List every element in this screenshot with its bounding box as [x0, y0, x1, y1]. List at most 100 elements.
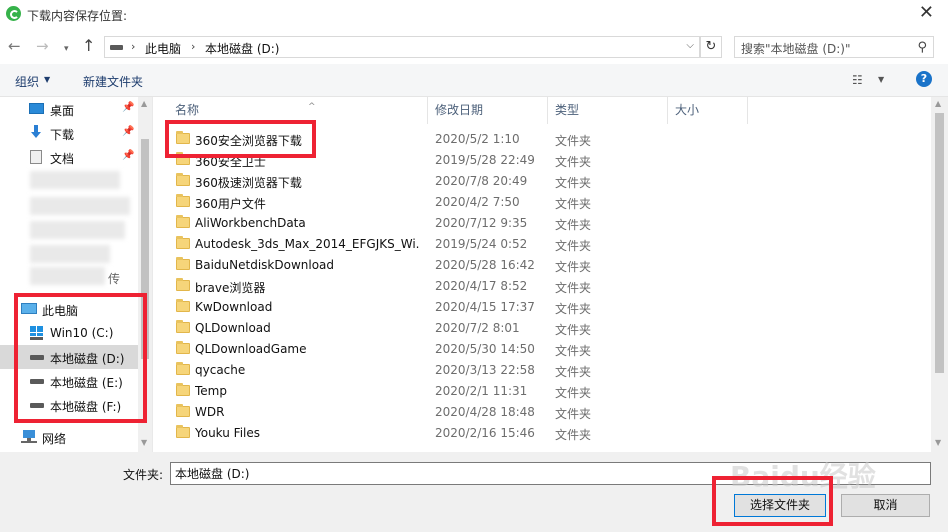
- new-folder-button[interactable]: 新建文件夹: [83, 73, 143, 90]
- file-type: 文件夹: [555, 155, 592, 169]
- address-dropdown-icon[interactable]: ⌵: [686, 40, 694, 51]
- file-date: 2020/5/2 1:10: [435, 132, 520, 146]
- title-bar: 下载内容保存位置: ✕: [0, 0, 948, 30]
- folder-icon: [176, 131, 190, 144]
- file-row[interactable]: Youku Files 2020/2/16 15:46 文件夹: [165, 423, 591, 444]
- column-header-size[interactable]: 大小: [668, 97, 748, 124]
- select-folder-button[interactable]: 选择文件夹: [734, 494, 826, 517]
- file-row[interactable]: brave浏览器 2020/4/17 8:52 文件夹: [165, 276, 591, 297]
- folder-icon: [176, 278, 190, 291]
- file-date: 2020/2/1 11:31: [435, 384, 528, 398]
- file-date: 2020/5/30 14:50: [435, 342, 535, 356]
- file-type: 文件夹: [555, 197, 592, 211]
- file-row[interactable]: WDR 2020/4/28 18:48 文件夹: [165, 402, 591, 423]
- file-list: 名称 ^ 修改日期 类型 大小 360安全浏览器下载 2020/5/2 1:10 文…: [153, 97, 948, 452]
- file-name: brave浏览器: [195, 281, 266, 295]
- file-type: 文件夹: [555, 407, 592, 421]
- computer-icon: [21, 303, 37, 314]
- folder-icon: [176, 152, 190, 165]
- organize-menu[interactable]: 组织: [15, 73, 39, 90]
- file-row[interactable]: qycache 2020/3/13 22:58 文件夹: [165, 360, 591, 381]
- file-name: Autodesk_3ds_Max_2014_EFGJKS_Wi...: [195, 237, 420, 251]
- pin-icon[interactable]: 📌: [122, 102, 134, 113]
- file-row[interactable]: BaiduNetdiskDownload 2020/5/28 16:42 文件夹: [165, 255, 591, 276]
- file-type: 文件夹: [555, 386, 592, 400]
- help-icon[interactable]: ?: [916, 71, 932, 87]
- nav-item-drive-c[interactable]: Win10 (C:): [0, 321, 138, 345]
- scroll-up-icon[interactable]: ▲: [935, 99, 941, 108]
- baidu-watermark: Baidu经验: [730, 460, 876, 493]
- close-icon[interactable]: ✕: [919, 2, 934, 24]
- view-options-icon[interactable]: ☷: [852, 73, 863, 87]
- drive-icon: [30, 403, 44, 408]
- scroll-thumb[interactable]: [141, 139, 149, 359]
- document-icon: [30, 150, 42, 164]
- file-row[interactable]: QLDownload 2020/7/2 8:01 文件夹: [165, 318, 591, 339]
- file-row[interactable]: AliWorkbenchData 2020/7/12 9:35 文件夹: [165, 213, 591, 234]
- nav-item-downloads[interactable]: 下载 📌: [0, 121, 138, 145]
- folder-icon: [176, 320, 190, 333]
- file-type: 文件夹: [555, 218, 592, 232]
- file-row[interactable]: 360用户文件 2020/4/2 7:50 文件夹: [165, 192, 591, 213]
- file-row[interactable]: QLDownloadGame 2020/5/30 14:50 文件夹: [165, 339, 591, 360]
- nav-scrollbar[interactable]: ▲ ▼: [138, 97, 152, 452]
- nav-item-this-pc[interactable]: 此电脑: [0, 297, 138, 321]
- search-box[interactable]: 搜索"本地磁盘 (D:)" ⚲: [734, 36, 934, 58]
- breadcrumb-separator-icon[interactable]: ›: [191, 40, 195, 53]
- view-dropdown-icon[interactable]: ▼: [878, 75, 884, 84]
- nav-item-blurred-folder[interactable]: 传: [0, 265, 138, 289]
- nav-label: 本地磁盘 (E:): [50, 376, 123, 390]
- folder-label: 文件夹:: [123, 468, 164, 482]
- column-header-date[interactable]: 修改日期: [428, 97, 548, 124]
- file-row[interactable]: KwDownload 2020/4/15 17:37 文件夹: [165, 297, 591, 318]
- browser-logo-icon: [6, 6, 21, 21]
- nav-item-network[interactable]: 网络: [0, 425, 138, 449]
- pin-icon[interactable]: 📌: [122, 150, 134, 161]
- forward-arrow-icon[interactable]: →: [36, 36, 49, 56]
- file-date: 2019/5/28 22:49: [435, 153, 535, 167]
- desktop-icon: [29, 103, 44, 114]
- scroll-up-icon[interactable]: ▲: [141, 99, 147, 108]
- breadcrumb-drive-d[interactable]: 本地磁盘 (D:): [205, 40, 279, 57]
- nav-item-documents[interactable]: 文档 📌: [0, 145, 138, 169]
- nav-item-drive-d[interactable]: 本地磁盘 (D:): [0, 345, 138, 369]
- file-row[interactable]: Autodesk_3ds_Max_2014_EFGJKS_Wi... 2019/5…: [165, 234, 591, 255]
- pin-icon[interactable]: 📌: [122, 126, 134, 137]
- refresh-button[interactable]: ↻: [700, 36, 722, 58]
- nav-label: 此电脑: [42, 304, 79, 318]
- nav-item-desktop[interactable]: 桌面 📌: [0, 97, 138, 121]
- file-type: 文件夹: [555, 260, 592, 274]
- column-label: 修改日期: [435, 103, 484, 117]
- file-row[interactable]: 360安全浏览器下载 2020/5/2 1:10 文件夹: [165, 129, 591, 150]
- folder-icon: [176, 404, 190, 417]
- up-arrow-icon[interactable]: ↑: [82, 36, 95, 56]
- search-icon[interactable]: ⚲: [917, 40, 927, 55]
- file-date: 2020/2/16 15:46: [435, 426, 535, 440]
- file-list-scrollbar[interactable]: ▲ ▼: [931, 97, 948, 452]
- command-bar: 组织 ▼ 新建文件夹 ☷ ▼ ?: [0, 64, 948, 97]
- column-label: 大小: [675, 103, 700, 117]
- column-header-type[interactable]: 类型: [548, 97, 668, 124]
- file-row[interactable]: 360极速浏览器下载 2020/7/8 20:49 文件夹: [165, 171, 591, 192]
- file-row[interactable]: 360安全卫士 2019/5/28 22:49 文件夹: [165, 150, 591, 171]
- back-arrow-icon[interactable]: ←: [8, 36, 21, 56]
- scroll-down-icon[interactable]: ▼: [935, 438, 941, 447]
- nav-label: 本地磁盘 (F:): [50, 400, 122, 414]
- recent-locations-chevron-icon[interactable]: ▾: [64, 39, 69, 59]
- cancel-button[interactable]: 取消: [841, 494, 930, 517]
- address-bar[interactable]: › 此电脑 › 本地磁盘 (D:) ⌵: [104, 36, 700, 58]
- nav-item-drive-e[interactable]: 本地磁盘 (E:): [0, 369, 138, 393]
- file-name: KwDownload: [195, 300, 273, 314]
- organize-dropdown-icon[interactable]: ▼: [44, 75, 50, 84]
- blurred-nav-item: [30, 171, 120, 189]
- nav-item-drive-f[interactable]: 本地磁盘 (F:): [0, 393, 138, 417]
- scroll-down-icon[interactable]: ▼: [141, 438, 147, 447]
- download-icon: [29, 124, 43, 138]
- file-row[interactable]: Temp 2020/2/1 11:31 文件夹: [165, 381, 591, 402]
- search-input[interactable]: 搜索"本地磁盘 (D:)": [741, 40, 851, 57]
- breadcrumb-this-pc[interactable]: 此电脑: [145, 40, 181, 57]
- column-header-name[interactable]: 名称 ^: [168, 97, 428, 124]
- file-name: Youku Files: [195, 426, 261, 440]
- scroll-thumb[interactable]: [935, 113, 944, 373]
- breadcrumb-separator-icon[interactable]: ›: [131, 40, 135, 53]
